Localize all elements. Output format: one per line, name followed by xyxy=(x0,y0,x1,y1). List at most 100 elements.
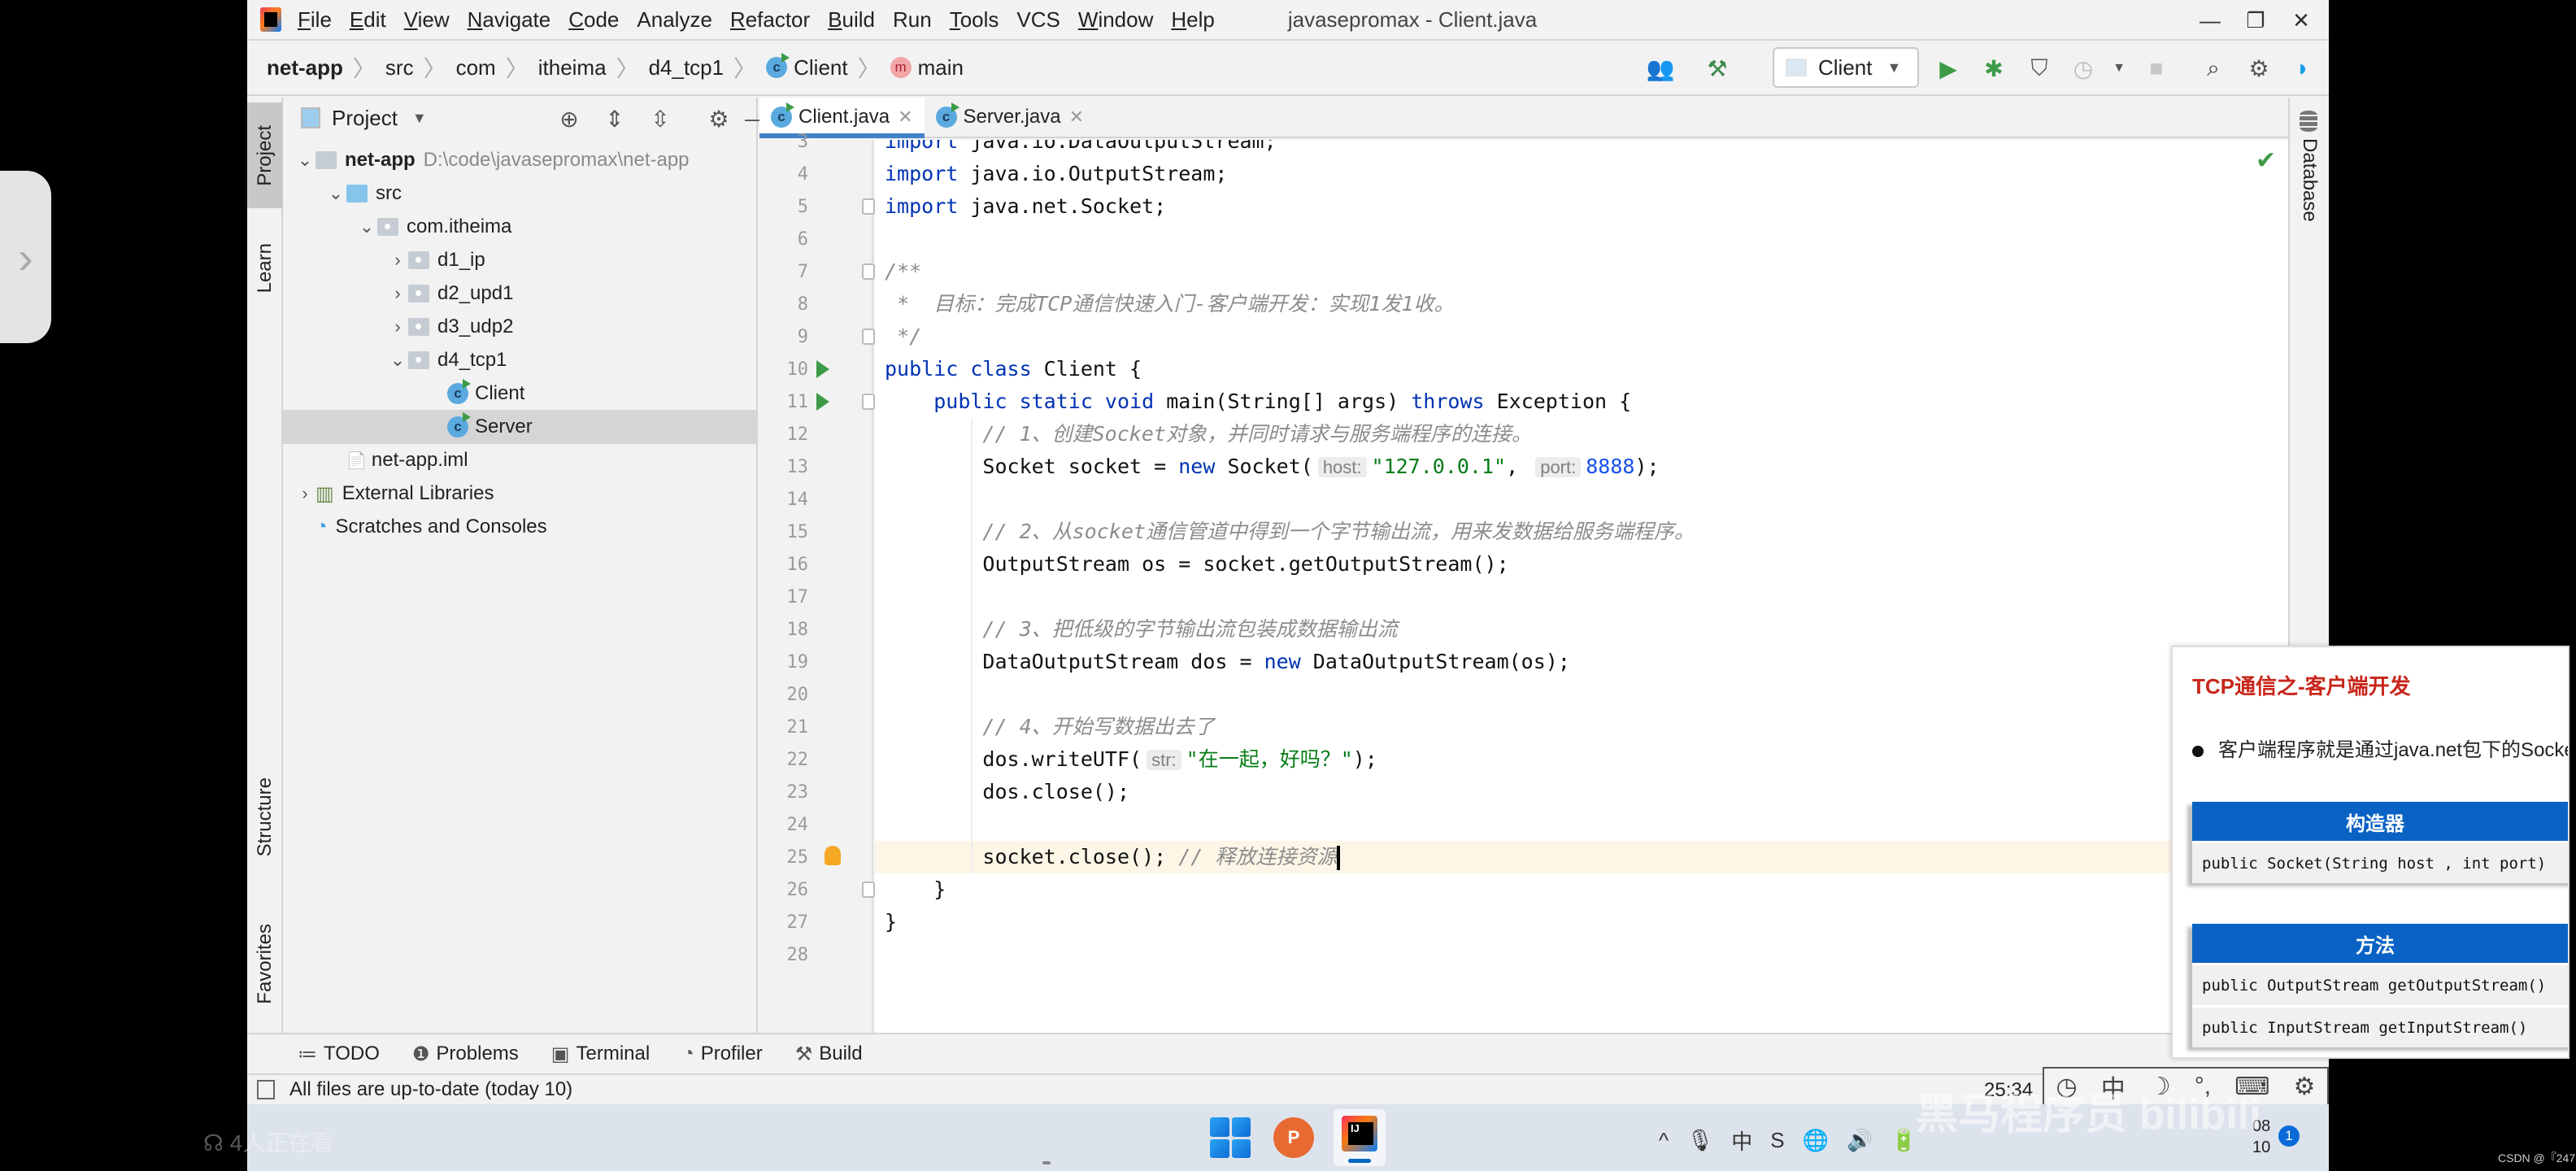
code-line[interactable]: dos.close(); xyxy=(875,776,2288,808)
run-configuration-selector[interactable]: Client ▼ xyxy=(1773,47,1919,88)
tool-window-build[interactable]: ⚒ Build xyxy=(795,1043,863,1066)
code-line[interactable]: } xyxy=(875,873,2288,906)
menu-vcs[interactable]: VCS xyxy=(1016,7,1060,33)
code-line[interactable]: // 3、把低级的字节输出流包装成数据输出流 xyxy=(875,613,2288,646)
profile-icon[interactable]: ◷ xyxy=(2069,54,2098,83)
tree-item-d4-tcp1[interactable]: ⌄ d4_tcp1 xyxy=(283,343,758,377)
run-gutter-icon[interactable] xyxy=(816,393,829,411)
build-hammer-icon[interactable]: ⚒ xyxy=(1703,54,1732,83)
powerpoint-taskbar-icon[interactable]: P xyxy=(1273,1117,1314,1158)
code-line[interactable]: OutputStream os = socket.getOutputStream… xyxy=(875,548,2288,581)
chevron-right-icon[interactable]: › xyxy=(387,283,408,304)
menu-build[interactable]: Build xyxy=(828,7,875,33)
fold-marker-icon[interactable] xyxy=(862,263,875,280)
code-line[interactable]: import java.io.DataOutputStream; xyxy=(875,140,2288,158)
tool-tab-project[interactable]: Project xyxy=(247,102,283,208)
code-line[interactable]: import java.net.Socket; xyxy=(875,190,2288,223)
code-line[interactable]: dos.writeUTF(str: "在一起，好吗？"); xyxy=(875,743,2288,776)
fold-marker-icon[interactable] xyxy=(862,329,875,345)
tab-client-java[interactable]: c Client.java ✕ xyxy=(759,98,925,138)
intellij-taskbar-button[interactable] xyxy=(1334,1109,1386,1166)
code-line[interactable]: } xyxy=(875,906,2288,938)
show-hidden-icons-icon[interactable]: ^ xyxy=(1659,1128,1669,1153)
menu-window[interactable]: Window xyxy=(1078,7,1153,33)
settings-icon[interactable]: ⚙ xyxy=(2244,54,2274,83)
run-icon[interactable]: ▶ xyxy=(1934,54,1963,83)
tool-window-terminal[interactable]: ▣ Terminal xyxy=(551,1043,650,1066)
tree-item-d1-ip[interactable]: › d1_ip xyxy=(283,243,758,277)
code-line[interactable]: import java.io.OutputStream; xyxy=(875,158,2288,190)
tree-item-net-app-iml[interactable]: 📄 net-app.iml xyxy=(283,443,758,477)
chevron-down-icon[interactable]: ▼ xyxy=(412,110,427,127)
fold-marker-icon[interactable] xyxy=(862,882,875,898)
toolbox-icon[interactable]: ◗ xyxy=(2288,54,2317,83)
menu-run[interactable]: Run xyxy=(893,7,932,33)
code-line[interactable] xyxy=(875,483,2288,516)
code-line[interactable]: * 目标：完成TCP通信快速入门-客户端开发：实现1发1收。 xyxy=(875,288,2288,320)
network-icon[interactable]: 🌐 xyxy=(1803,1128,1829,1153)
menu-file[interactable]: File xyxy=(298,7,332,33)
battery-icon[interactable]: 🔋 xyxy=(1891,1128,1917,1153)
tool-tab-structure[interactable]: Structure xyxy=(247,756,283,878)
fold-marker-icon[interactable] xyxy=(862,198,875,215)
chevron-down-icon[interactable]: ⌄ xyxy=(294,150,315,171)
menu-edit[interactable]: Edit xyxy=(350,7,386,33)
fold-marker-icon[interactable] xyxy=(862,394,875,410)
code-line[interactable]: // 2、从socket通信管道中得到一个字节输出流，用来发数据给服务端程序。 xyxy=(875,516,2288,548)
tool-tab-favorites[interactable]: Favorites xyxy=(247,903,283,1025)
tool-tab-database[interactable]: Database xyxy=(2298,138,2321,222)
breadcrumb-item[interactable]: src xyxy=(385,55,414,81)
notification-badge[interactable]: 1 xyxy=(2278,1125,2300,1147)
code-line[interactable]: public class Client { xyxy=(875,353,2288,385)
code-line[interactable]: // 1、创建Socket对象，并同时请求与服务端程序的连接。 xyxy=(875,418,2288,451)
chevron-down-icon[interactable]: ⌄ xyxy=(387,350,408,371)
microphone-icon[interactable]: 🎙 xyxy=(1686,1128,1713,1153)
locate-file-icon[interactable]: ⊕ xyxy=(555,104,584,133)
code-line[interactable] xyxy=(875,581,2288,613)
input-method-icon[interactable]: 中 xyxy=(1731,1125,1752,1156)
breadcrumb-item[interactable]: m main xyxy=(890,55,964,81)
code-line[interactable] xyxy=(875,808,2288,841)
breadcrumb-item[interactable]: net-app xyxy=(267,55,343,81)
chevron-down-icon[interactable]: ⌄ xyxy=(325,183,346,204)
menu-code[interactable]: Code xyxy=(568,7,619,33)
windows-start-button[interactable] xyxy=(1210,1117,1251,1158)
status-toggle-icon[interactable] xyxy=(257,1080,275,1099)
code-line[interactable]: socket.close(); // 释放连接资源 xyxy=(875,841,2288,873)
menu-tools[interactable]: Tools xyxy=(950,7,999,33)
side-panel-expand-handle[interactable]: › xyxy=(0,171,51,343)
tool-window-profiler[interactable]: ◔ Profiler xyxy=(682,1043,763,1065)
menu-view[interactable]: View xyxy=(404,7,450,33)
volume-icon[interactable]: 🔊 xyxy=(1847,1128,1873,1153)
code-line[interactable]: */ xyxy=(875,320,2288,353)
tree-item-net-app[interactable]: ⌄ net-app D:\code\javasepromax\net-app xyxy=(283,143,758,177)
code-line[interactable]: public static void main(String[] args) t… xyxy=(875,385,2288,418)
intention-bulb-icon[interactable] xyxy=(825,846,841,865)
user-icon[interactable]: 👥 xyxy=(1646,54,1675,83)
tree-item-com-itheima[interactable]: ⌄ com.itheima xyxy=(283,210,758,244)
breadcrumb-item[interactable]: com xyxy=(456,55,496,81)
close-button[interactable]: ✕ xyxy=(2277,0,2326,41)
tree-item-client[interactable]: c Client xyxy=(283,377,758,411)
code-editor[interactable]: import java.io.DataOutputStream; import j… xyxy=(875,140,2288,1033)
code-line[interactable] xyxy=(875,938,2288,971)
chevron-right-icon[interactable]: › xyxy=(387,250,408,271)
project-view-selector[interactable]: Project xyxy=(332,106,398,131)
tool-window-todo[interactable]: ≔ TODO xyxy=(298,1043,380,1066)
breadcrumb-item[interactable]: c Client xyxy=(766,53,848,81)
expand-all-icon[interactable]: ⇕ xyxy=(600,104,629,133)
tree-item-d2-upd1[interactable]: › d2_upd1 xyxy=(283,276,758,311)
chevron-right-icon[interactable]: › xyxy=(387,316,408,337)
ime-settings-icon[interactable]: ⚙ xyxy=(2294,1073,2316,1101)
tree-item-server[interactable]: c Server xyxy=(283,410,758,444)
code-line[interactable]: DataOutputStream dos = new DataOutputStr… xyxy=(875,646,2288,678)
close-tab-icon[interactable]: ✕ xyxy=(898,107,912,128)
tool-tab-learn[interactable]: Learn xyxy=(247,220,283,317)
menu-refactor[interactable]: Refactor xyxy=(730,7,810,33)
debug-icon[interactable]: ✱ xyxy=(1979,54,2008,83)
code-line[interactable] xyxy=(875,223,2288,255)
menu-help[interactable]: Help xyxy=(1171,7,1214,33)
minimize-button[interactable]: — xyxy=(2186,0,2234,41)
tree-item-scratches-and-consoles[interactable]: ◔ Scratches and Consoles xyxy=(283,510,758,544)
tree-item-external-libraries[interactable]: › ▥ External Libraries xyxy=(283,477,758,511)
